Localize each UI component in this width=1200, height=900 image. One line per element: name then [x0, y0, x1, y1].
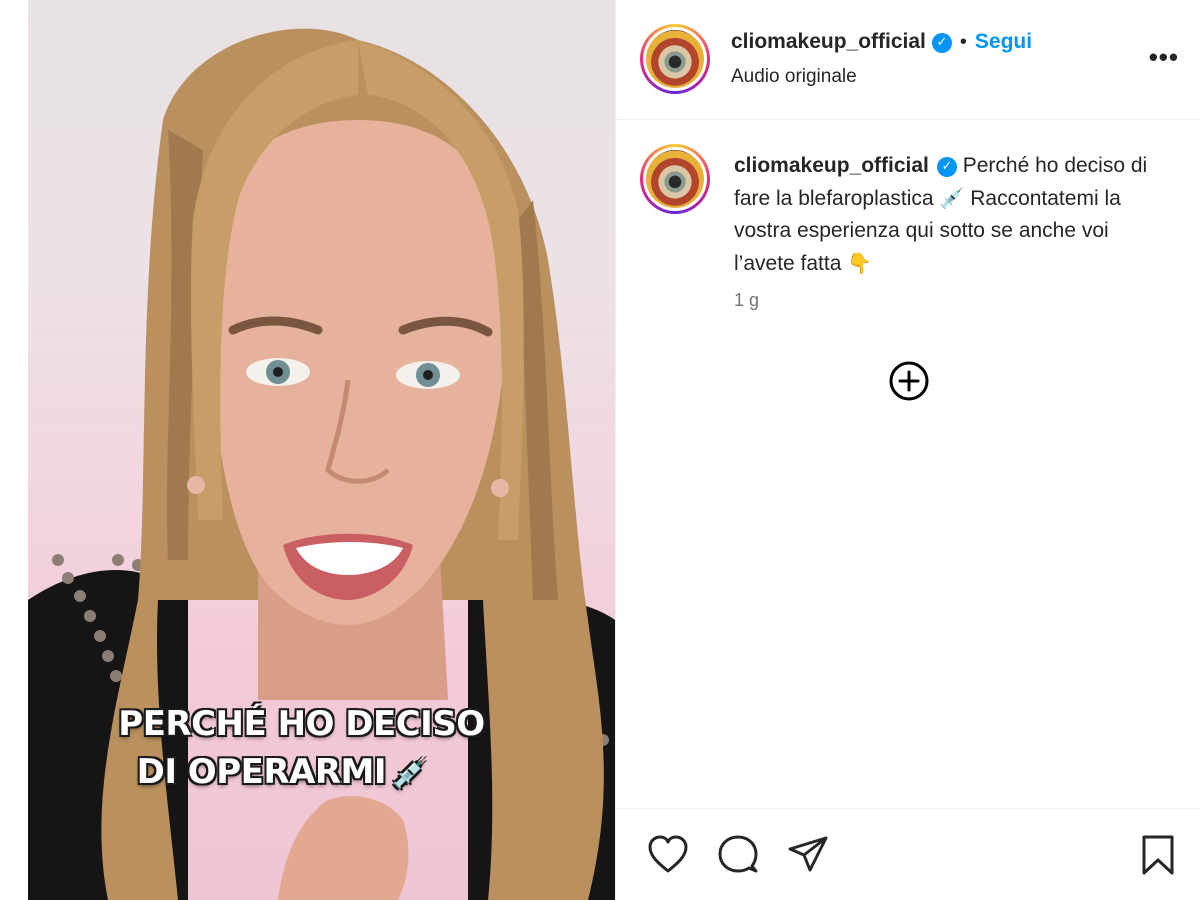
separator-dot: •	[959, 31, 967, 53]
syringe-emoji: 💉	[939, 186, 965, 210]
caption-avatar-image	[646, 150, 704, 208]
bookmark-icon[interactable]	[1136, 833, 1180, 877]
post-side-panel: cliomakeup_official ✓ • Segui Audio origina…	[615, 0, 1200, 900]
username-link[interactable]: cliomakeup_official	[731, 30, 926, 53]
caption-username-link[interactable]: cliomakeup_official	[734, 154, 929, 177]
more-options-icon[interactable]: •••	[1149, 44, 1179, 70]
pointing-down-emoji: 👇	[847, 251, 873, 275]
comment-icon[interactable]	[716, 833, 760, 877]
caption-verified-badge-icon: ✓	[936, 157, 957, 177]
video-caption-line-2-text: DI OPERARMI	[136, 752, 387, 792]
verified-badge-icon: ✓	[931, 33, 952, 53]
plus-circle-icon[interactable]	[888, 360, 930, 402]
header-user-line: cliomakeup_official ✓ • Segui	[731, 30, 1032, 54]
syringe-emoji: 💉	[392, 757, 427, 790]
post-caption: cliomakeup_official ✓ Perché ho deciso di…	[734, 150, 1174, 280]
heart-icon[interactable]	[646, 833, 690, 877]
post-header: cliomakeup_official ✓ • Segui Audio origina…	[616, 0, 1200, 120]
video-caption-line-1: PERCHÉ HO DECISO	[118, 704, 485, 744]
reel-video[interactable]: PERCHÉ HO DECISO DI OPERARMI 💉	[28, 0, 615, 900]
action-bar	[616, 808, 1200, 900]
send-icon[interactable]	[786, 833, 830, 877]
post-timestamp[interactable]: 1 g	[734, 290, 759, 311]
avatar[interactable]	[640, 24, 710, 94]
video-caption-line-2: DI OPERARMI 💉	[28, 752, 615, 792]
audio-link[interactable]: Audio originale	[731, 66, 857, 88]
caption-avatar[interactable]	[640, 144, 710, 214]
page-margin	[0, 0, 28, 900]
follow-button[interactable]: Segui	[975, 30, 1032, 53]
avatar-image	[646, 30, 704, 88]
